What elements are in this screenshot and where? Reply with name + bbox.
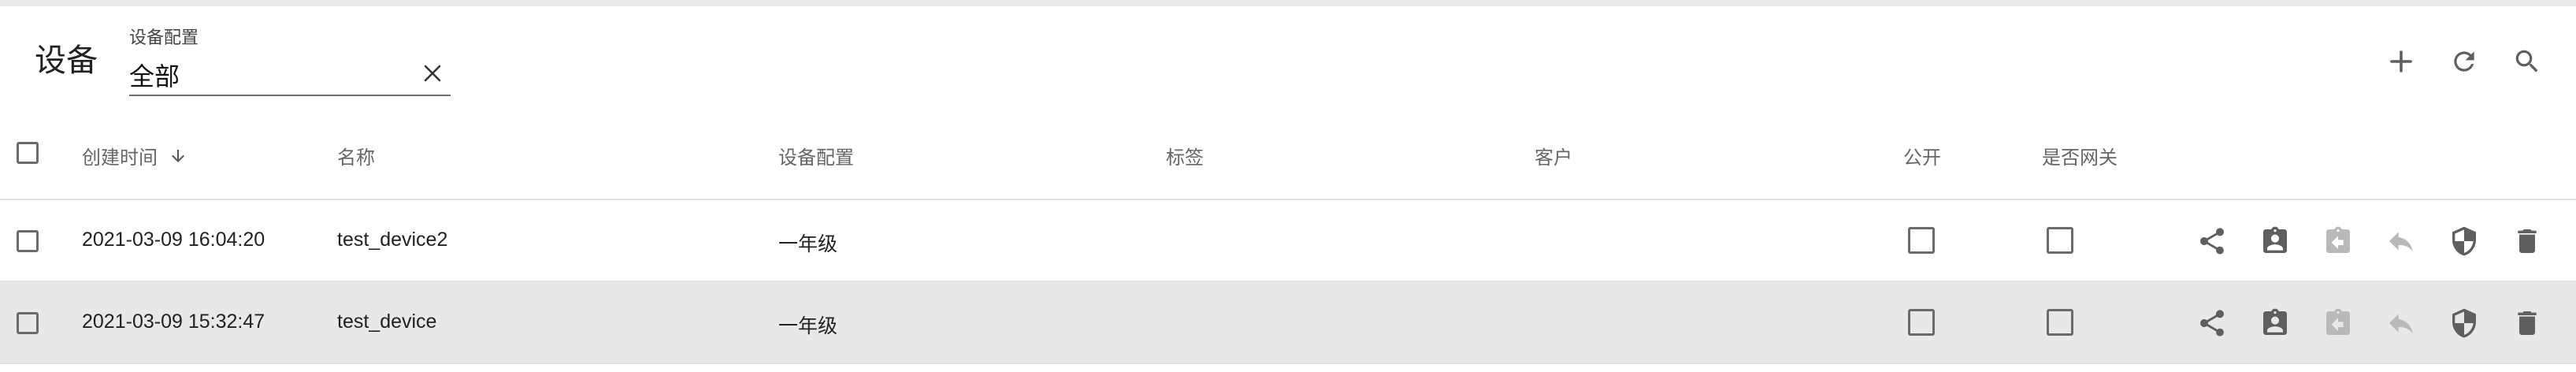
add-button[interactable] xyxy=(2379,39,2423,84)
delete-button[interactable] xyxy=(2505,219,2549,263)
device-profile-filter[interactable]: 设备配置 全部 xyxy=(129,17,451,99)
device-profile-filter-value[interactable]: 全部 xyxy=(129,57,180,93)
column-header-label[interactable]: 标签 xyxy=(1166,142,1204,169)
search-button[interactable] xyxy=(2505,39,2549,84)
table-row[interactable]: 2021-03-09 16:04:20 test_device2 一年级 xyxy=(0,200,2576,282)
assign-to-customer-button[interactable] xyxy=(2253,301,2297,345)
is-gateway-checkbox[interactable] xyxy=(2047,309,2073,336)
column-header-customer[interactable]: 客户 xyxy=(1535,142,1572,169)
top-strip xyxy=(0,0,2576,6)
arrow-down-icon xyxy=(169,147,187,166)
table-toolbar: 设备 设备配置 全部 xyxy=(0,6,2576,112)
assignment-ind-icon xyxy=(2263,226,2287,253)
share-icon xyxy=(2200,228,2224,255)
table-header-row: 创建时间 名称 设备配置 标签 客户 公开 是否网关 xyxy=(0,112,2576,200)
delete-button[interactable] xyxy=(2505,301,2549,345)
assignment-return-icon xyxy=(2326,226,2350,253)
filter-underline xyxy=(129,95,451,96)
column-header-name[interactable]: 名称 xyxy=(337,142,375,169)
assign-to-customer-button[interactable] xyxy=(2253,219,2297,263)
clear-filter-button[interactable] xyxy=(419,60,446,87)
table-row[interactable]: 2021-03-09 15:32:47 test_device 一年级 xyxy=(0,282,2576,364)
refresh-button[interactable] xyxy=(2442,39,2486,84)
column-header-created-time-label: 创建时间 xyxy=(82,147,158,169)
make-private-button[interactable] xyxy=(2379,219,2423,263)
public-checkbox[interactable] xyxy=(1908,309,1935,336)
cell-created-time: 2021-03-09 16:04:20 xyxy=(82,229,265,251)
security-shield-icon xyxy=(2452,226,2476,256)
assignment-ind-icon xyxy=(2263,308,2287,335)
manage-credentials-button[interactable] xyxy=(2442,219,2486,263)
share-icon xyxy=(2200,310,2224,337)
row-select-checkbox[interactable] xyxy=(17,312,39,334)
cell-name: test_device2 xyxy=(337,229,448,251)
page-title: 设备 xyxy=(35,43,98,78)
reply-icon xyxy=(2389,314,2413,334)
manage-credentials-button[interactable] xyxy=(2442,301,2486,345)
is-gateway-checkbox[interactable] xyxy=(2047,227,2073,254)
delete-icon xyxy=(2518,311,2537,335)
reply-icon xyxy=(2389,232,2413,252)
security-shield-icon xyxy=(2452,308,2476,338)
share-button[interactable] xyxy=(2190,301,2234,345)
row-select-checkbox[interactable] xyxy=(17,230,39,252)
delete-icon xyxy=(2518,229,2537,253)
cell-device-profile: 一年级 xyxy=(778,233,838,255)
unassign-from-customer-button[interactable] xyxy=(2316,301,2360,345)
share-button[interactable] xyxy=(2190,219,2234,263)
unassign-from-customer-button[interactable] xyxy=(2316,219,2360,263)
public-checkbox[interactable] xyxy=(1908,227,1935,254)
plus-icon xyxy=(2390,50,2412,73)
column-header-public[interactable]: 公开 xyxy=(1903,142,1941,169)
refresh-icon xyxy=(2454,51,2474,72)
search-icon xyxy=(2515,50,2538,73)
device-profile-filter-label: 设备配置 xyxy=(129,28,199,47)
cell-device-profile: 一年级 xyxy=(778,315,838,337)
select-all-checkbox[interactable] xyxy=(17,142,39,164)
cell-created-time: 2021-03-09 15:32:47 xyxy=(82,311,265,333)
close-icon xyxy=(424,65,441,82)
column-header-is-gateway[interactable]: 是否网关 xyxy=(2042,142,2118,169)
assignment-return-icon xyxy=(2326,308,2350,335)
column-header-created-time[interactable]: 创建时间 xyxy=(82,142,187,169)
make-private-button[interactable] xyxy=(2379,301,2423,345)
column-header-device-profile[interactable]: 设备配置 xyxy=(778,142,854,169)
cell-name: test_device xyxy=(337,311,437,333)
devices-page: 设备 设备配置 全部 创建时间 名称 设备配置 标签 客户 公开 是否网关 20… xyxy=(0,0,2576,372)
